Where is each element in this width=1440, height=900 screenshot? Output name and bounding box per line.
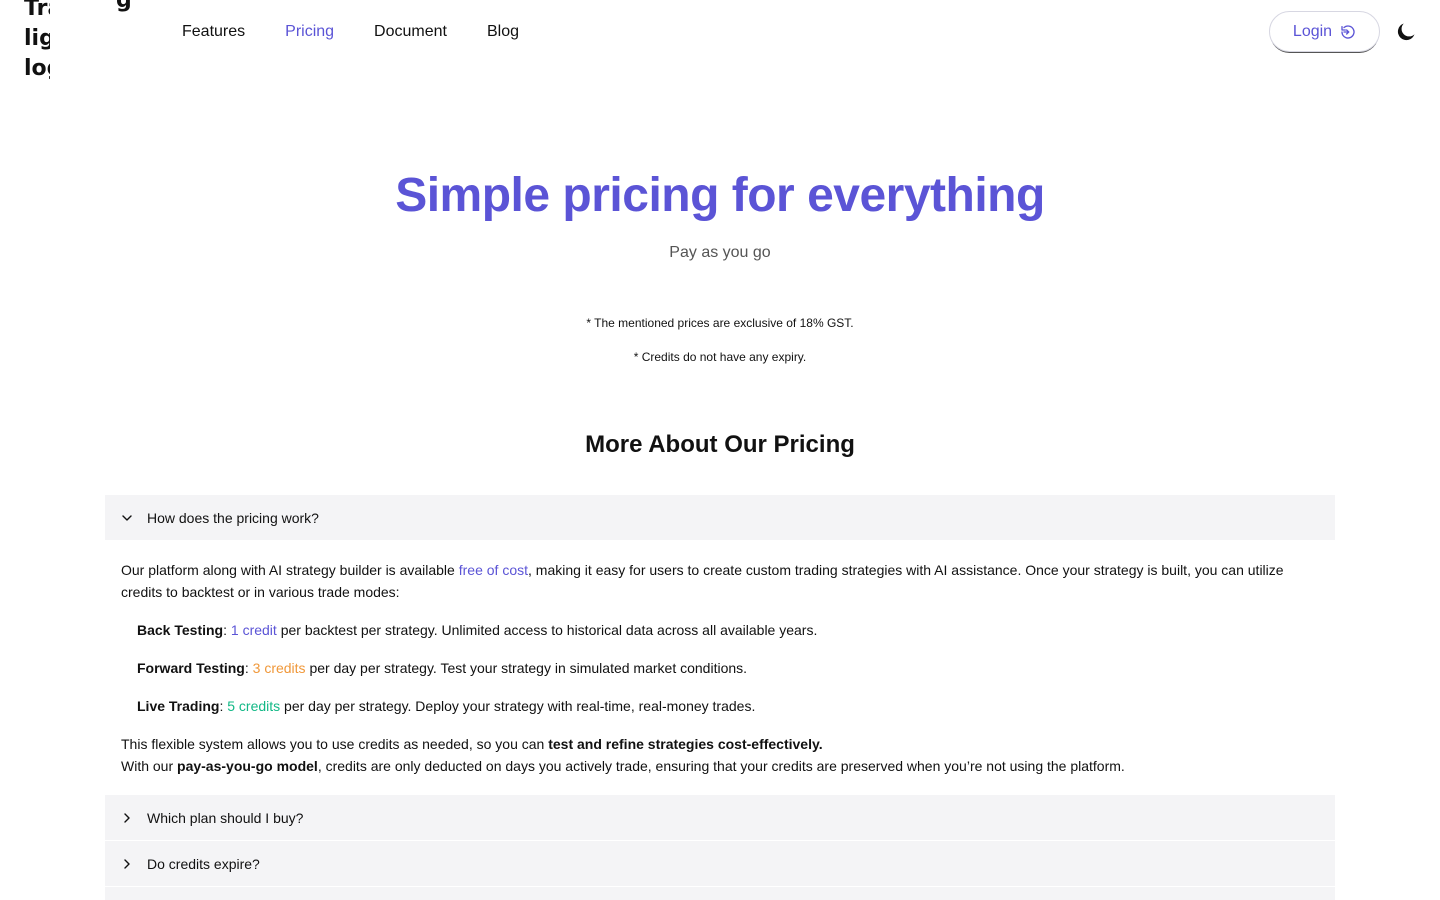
logo-text-line: Tra — [24, 0, 50, 21]
nav-blog[interactable]: Blog — [487, 22, 519, 42]
faq-section-title: More About Our Pricing — [585, 431, 855, 458]
login-button-label: Login — [1292, 22, 1333, 40]
faq-accordion: How does the pricing work? Our platform … — [105, 495, 1335, 900]
free-highlight: free of cost — [458, 562, 528, 578]
credits-badge: 5 credits — [227, 698, 281, 714]
logo-text-line: log — [24, 56, 50, 81]
chevron-down-icon — [122, 514, 132, 521]
answer-outro: This flexible system allows you to use c… — [121, 736, 1125, 774]
main-nav: Features Pricing Document Blog — [182, 22, 519, 42]
faq-item-pricing-work[interactable]: How does the pricing work? — [105, 495, 1335, 541]
logo-text-fragment: g — [116, 0, 132, 13]
faq-question: Which plan should I buy? — [147, 809, 304, 826]
chevron-right-icon — [124, 858, 130, 869]
mode-back-testing: Back Testing: 1 credit per backtest per … — [137, 622, 818, 638]
mode-forward-testing: Forward Testing: 3 credits per day per s… — [137, 660, 748, 676]
credits-badge: 1 credit — [230, 622, 277, 638]
nav-document[interactable]: Document — [374, 22, 447, 42]
login-icon — [1341, 24, 1355, 39]
credits-badge: 3 credits — [252, 660, 306, 676]
faq-question: Do credits expire? — [147, 855, 260, 872]
login-button[interactable]: Login — [1269, 11, 1380, 52]
faq-answer: Our platform along with AI strategy buil… — [105, 541, 1335, 795]
moon-icon[interactable] — [1394, 20, 1418, 44]
logo-text-line: lig — [24, 26, 50, 51]
page-subtitle: Pay as you go — [669, 244, 771, 261]
faq-item-credits-expire[interactable]: Do credits expire? — [105, 841, 1335, 887]
mode-live-trading: Live Trading: 5 credits per day per stra… — [137, 698, 756, 714]
faq-item-which-plan[interactable]: Which plan should I buy? — [105, 795, 1335, 841]
logo-broken-image-alt[interactable]: Tra lig log — [24, 0, 50, 86]
nav-pricing[interactable]: Pricing — [285, 22, 334, 42]
page-title: Simple pricing for everything — [395, 169, 1045, 222]
faq-item-next[interactable] — [105, 887, 1335, 900]
faq-question: How does the pricing work? — [147, 509, 319, 526]
chevron-right-icon — [124, 812, 130, 823]
answer-intro: Our platform along with AI strategy buil… — [121, 562, 1284, 600]
gst-note: * The mentioned prices are exclusive of … — [586, 316, 854, 330]
nav-features[interactable]: Features — [182, 22, 245, 42]
expiry-note: * Credits do not have any expiry. — [633, 350, 807, 364]
